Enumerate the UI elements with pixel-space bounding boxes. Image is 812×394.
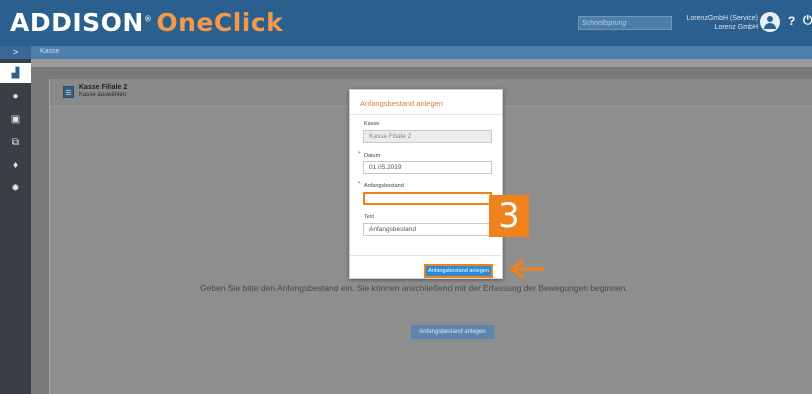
top-header: ADDISON® OneClick Schnellsprung LorenzGmb… [0, 0, 812, 46]
app-logo[interactable]: ADDISON® OneClick [10, 8, 283, 37]
breadcrumb-current[interactable]: Kasse [40, 48, 59, 55]
kasse-field: Kasse Filiale 2 [363, 130, 492, 143]
chart-icon[interactable]: ▟ [0, 63, 31, 83]
panel-subtitle[interactable]: Kasse auswählen [79, 92, 126, 98]
tab-strip [31, 59, 812, 67]
text-field[interactable]: Anfangsbestand [363, 223, 492, 236]
help-icon[interactable]: ? [788, 14, 795, 28]
required-marker: * [358, 181, 361, 188]
arrow-left-icon [510, 259, 544, 279]
breadcrumb: > Kasse [0, 46, 812, 59]
anfangsbestand-label: Anfangsbestand [364, 183, 404, 189]
save-initial-balance-button[interactable]: Anfangsbestand anlegen [424, 264, 493, 278]
background-create-button[interactable]: Anfangsbestand anlegen [411, 325, 494, 339]
logo-registered-mark: ® [143, 14, 153, 24]
gear-icon[interactable]: ✹ [0, 178, 31, 198]
anfangsbestand-input[interactable] [363, 192, 492, 205]
logo-text-addison: ADDISON [10, 8, 144, 37]
user-info[interactable]: LorenzGmbH (Service) Lorenz GmbH [686, 14, 758, 32]
panel-title: Kasse Filiale 2 [79, 84, 128, 91]
datum-label: Datum [364, 153, 381, 159]
chat-icon[interactable]: ● [0, 86, 31, 106]
text-label: Text [364, 214, 375, 220]
sidebar: ▟ ● ▣ ⧉ ♦ ✹ [0, 59, 31, 394]
required-marker: * [358, 151, 361, 158]
power-icon[interactable]: ⏻ [803, 13, 812, 28]
kasse-label: Kasse [364, 121, 380, 127]
register-icon [63, 86, 74, 98]
datum-field[interactable]: 01.05.2019 [363, 161, 492, 174]
copy-icon[interactable]: ⧉ [0, 132, 31, 152]
dialog-title: Anfangsbestand anlegen [360, 99, 443, 108]
sidebar-toggle-button[interactable]: > [0, 46, 31, 59]
dialog-footer-divider [350, 255, 502, 256]
step-number-badge: 3 [489, 195, 529, 237]
quick-jump-input[interactable]: Schnellsprung [578, 16, 672, 30]
empty-state-message: Geben Sie bitte den Anfangsbestand ein. … [200, 283, 628, 293]
dialog-divider [350, 114, 502, 115]
avatar[interactable] [760, 12, 780, 32]
document-icon[interactable]: ▣ [0, 109, 31, 129]
user-name: LorenzGmbH (Service) [686, 15, 758, 22]
logo-text-oneclick: OneClick [156, 8, 284, 37]
user-settings-icon[interactable]: ♦ [0, 155, 31, 175]
company-name: Lorenz GmbH [714, 24, 758, 31]
initial-balance-dialog: Anfangsbestand anlegen Kasse Kasse Filia… [349, 89, 503, 279]
